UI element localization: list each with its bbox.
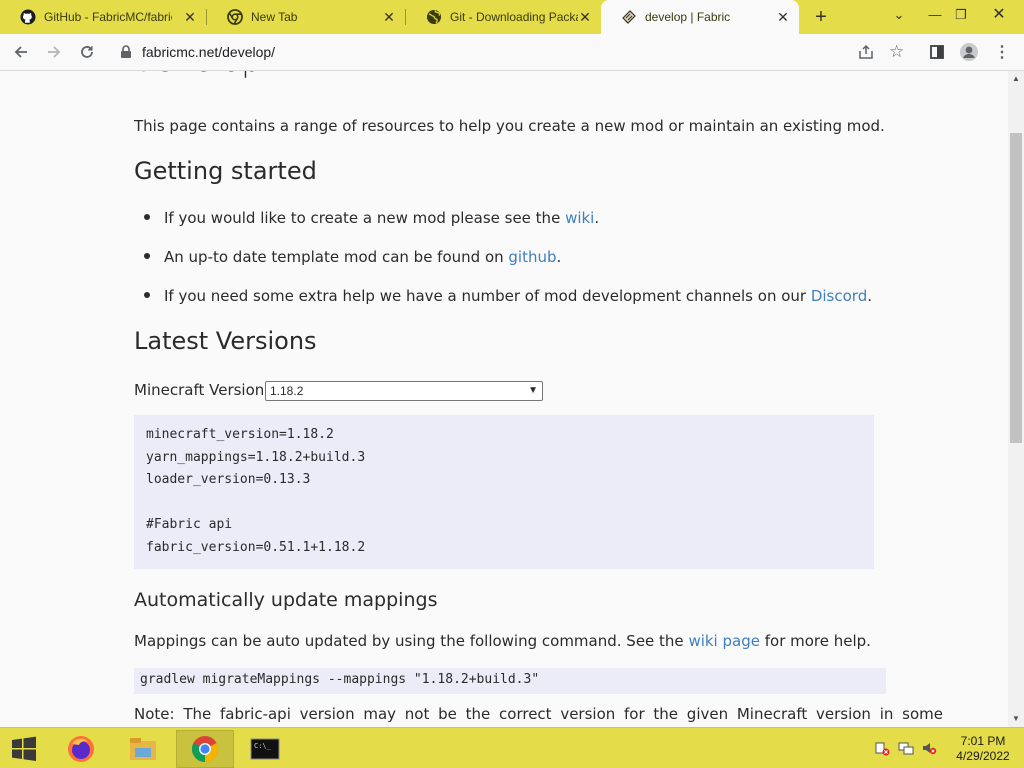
code-line: loader_version=0.13.3 — [146, 472, 311, 487]
scroll-up-icon[interactable]: ▲ — [1011, 74, 1021, 84]
tab-title: develop | Fabric — [645, 10, 731, 24]
code-line: fabric_version=0.51.1+1.18.2 — [146, 539, 366, 555]
bullet — [144, 253, 150, 259]
code-line: yarn_mappings=1.18.2+build.3 — [146, 449, 366, 465]
intro-paragraph: This page contains a range of resources … — [134, 117, 885, 135]
chrome-icon — [227, 9, 243, 25]
network-error-icon[interactable] — [874, 740, 890, 756]
side-panel-icon — [930, 45, 944, 59]
tab-develop-fabric[interactable]: develop | Fabric ✕ — [601, 0, 799, 34]
bookmark-star-icon[interactable]: ☆ — [889, 43, 904, 61]
migrate-command-block: gradlew migrateMappings --mappings "1.18… — [134, 668, 886, 694]
lock-icon[interactable] — [120, 45, 132, 64]
discord-link[interactable]: Discord — [811, 287, 867, 305]
bullet — [144, 214, 150, 220]
list-item-punct: . — [556, 248, 562, 266]
version-code-block: minecraft_version=1.18.2 yarn_mappings=1… — [134, 415, 874, 569]
page-title: develop — [134, 71, 261, 79]
tab-github[interactable]: GitHub - FabricMC/fabric ✕ — [0, 0, 206, 34]
file-explorer-icon — [130, 738, 156, 760]
reload-icon — [81, 46, 93, 58]
chrome-taskbar-button[interactable] — [176, 730, 234, 768]
network-icon[interactable] — [898, 740, 914, 756]
address-bar[interactable]: fabricmc.net/develop/ ☆ — [108, 38, 916, 67]
minecraft-version-label: Minecraft Version: — [134, 381, 270, 399]
code-line: #Fabric api — [146, 517, 233, 532]
menu-kebab-icon[interactable]: ⋮ — [991, 41, 1013, 63]
paragraph-text: for more help. — [759, 632, 871, 650]
globe-icon — [426, 9, 442, 25]
svg-text:C:\_: C:\_ — [254, 742, 272, 750]
github-icon — [20, 9, 36, 25]
paragraph-text: Mappings can be auto updated by using th… — [134, 632, 689, 650]
restore-button[interactable]: ❐ — [946, 4, 976, 26]
heading-auto-update-mappings: Automatically update mappings — [134, 589, 438, 611]
list-item-text: An up-to date template mod can be found … — [164, 248, 509, 266]
tab-git-downloading[interactable]: Git - Downloading Packa ✕ — [406, 0, 601, 34]
selected-version: 1.18.2 — [270, 384, 304, 398]
scrollbar-thumb[interactable] — [1010, 133, 1022, 443]
clock-time: 7:01 PM — [960, 734, 1006, 748]
cmd-taskbar-button[interactable]: C:\_ — [236, 730, 294, 768]
list-item: If you need some extra help we have a nu… — [144, 287, 872, 305]
heading-getting-started: Getting started — [134, 157, 317, 185]
list-item-punct: . — [867, 287, 873, 305]
back-arrow-icon — [14, 46, 27, 58]
profile-button[interactable] — [958, 41, 980, 63]
mappings-paragraph: Mappings can be auto updated by using th… — [134, 632, 871, 650]
page-scrollbar[interactable]: ▲ ▼ — [1008, 71, 1024, 727]
list-item: An up-to date template mod can be found … — [144, 248, 561, 266]
profile-avatar-icon — [960, 43, 978, 61]
minecraft-version-select[interactable]: 1.18.2 ▼ — [265, 381, 543, 401]
forward-arrow-icon — [48, 46, 61, 58]
close-icon[interactable]: ✕ — [381, 9, 397, 25]
tab-new-tab[interactable]: New Tab ✕ — [207, 0, 405, 34]
back-button[interactable] — [10, 41, 32, 63]
firefox-taskbar-button[interactable] — [52, 730, 110, 768]
heading-latest-versions: Latest Versions — [134, 327, 317, 355]
github-link[interactable]: github — [508, 248, 556, 266]
side-panel-button[interactable] — [926, 41, 948, 63]
tab-title: Git - Downloading Packa — [450, 10, 578, 24]
fabric-icon — [621, 9, 637, 25]
close-window-button[interactable]: ✕ — [984, 4, 1014, 26]
bullet — [144, 292, 150, 298]
code-line: minecraft_version=1.18.2 — [146, 427, 334, 442]
browser-window: GitHub - FabricMC/fabric ✕ New Tab ✕ Git… — [0, 0, 1024, 768]
share-icon[interactable] — [858, 44, 874, 65]
list-item-punct: . — [594, 209, 600, 227]
cmd-icon: C:\_ — [250, 738, 280, 760]
note-paragraph: Note: The fabric-api version may not be … — [134, 705, 943, 723]
wiki-page-link[interactable]: wiki page — [688, 632, 760, 650]
page-viewport: develop This page contains a range of re… — [0, 71, 1008, 727]
tab-title: New Tab — [251, 10, 298, 24]
windows-taskbar: C:\_ 7:01 PM 4/29/2022 — [0, 727, 1024, 768]
chevron-down-icon: ▼ — [528, 385, 538, 396]
firefox-icon — [68, 736, 94, 762]
file-explorer-taskbar-button[interactable] — [114, 730, 172, 768]
tab-title: GitHub - FabricMC/fabric — [44, 10, 172, 24]
close-icon[interactable]: ✕ — [577, 9, 593, 25]
volume-muted-icon[interactable] — [921, 740, 937, 756]
start-button[interactable] — [0, 730, 48, 768]
close-icon[interactable]: ✕ — [775, 9, 791, 25]
reload-button[interactable] — [76, 41, 98, 63]
url-text: fabricmc.net/develop/ — [142, 44, 276, 60]
wiki-link[interactable]: wiki — [565, 209, 594, 227]
browser-toolbar: fabricmc.net/develop/ ☆ ⋮ — [0, 34, 1024, 71]
list-item-text: If you would like to create a new mod pl… — [164, 209, 566, 227]
close-icon[interactable]: ✕ — [182, 9, 198, 25]
tab-search-icon[interactable]: ⌄ — [884, 4, 914, 26]
new-tab-button[interactable]: + — [810, 6, 832, 28]
list-item-text: If you need some extra help we have a nu… — [164, 287, 811, 305]
windows-logo-icon — [12, 736, 36, 761]
scroll-down-icon[interactable]: ▼ — [1011, 714, 1021, 724]
system-clock[interactable]: 7:01 PM 4/29/2022 — [950, 734, 1016, 764]
forward-button[interactable] — [43, 41, 65, 63]
list-item: If you would like to create a new mod pl… — [144, 209, 599, 227]
chrome-icon — [191, 736, 219, 763]
clock-date: 4/29/2022 — [956, 749, 1010, 763]
tab-strip: GitHub - FabricMC/fabric ✕ New Tab ✕ Git… — [0, 0, 1024, 34]
